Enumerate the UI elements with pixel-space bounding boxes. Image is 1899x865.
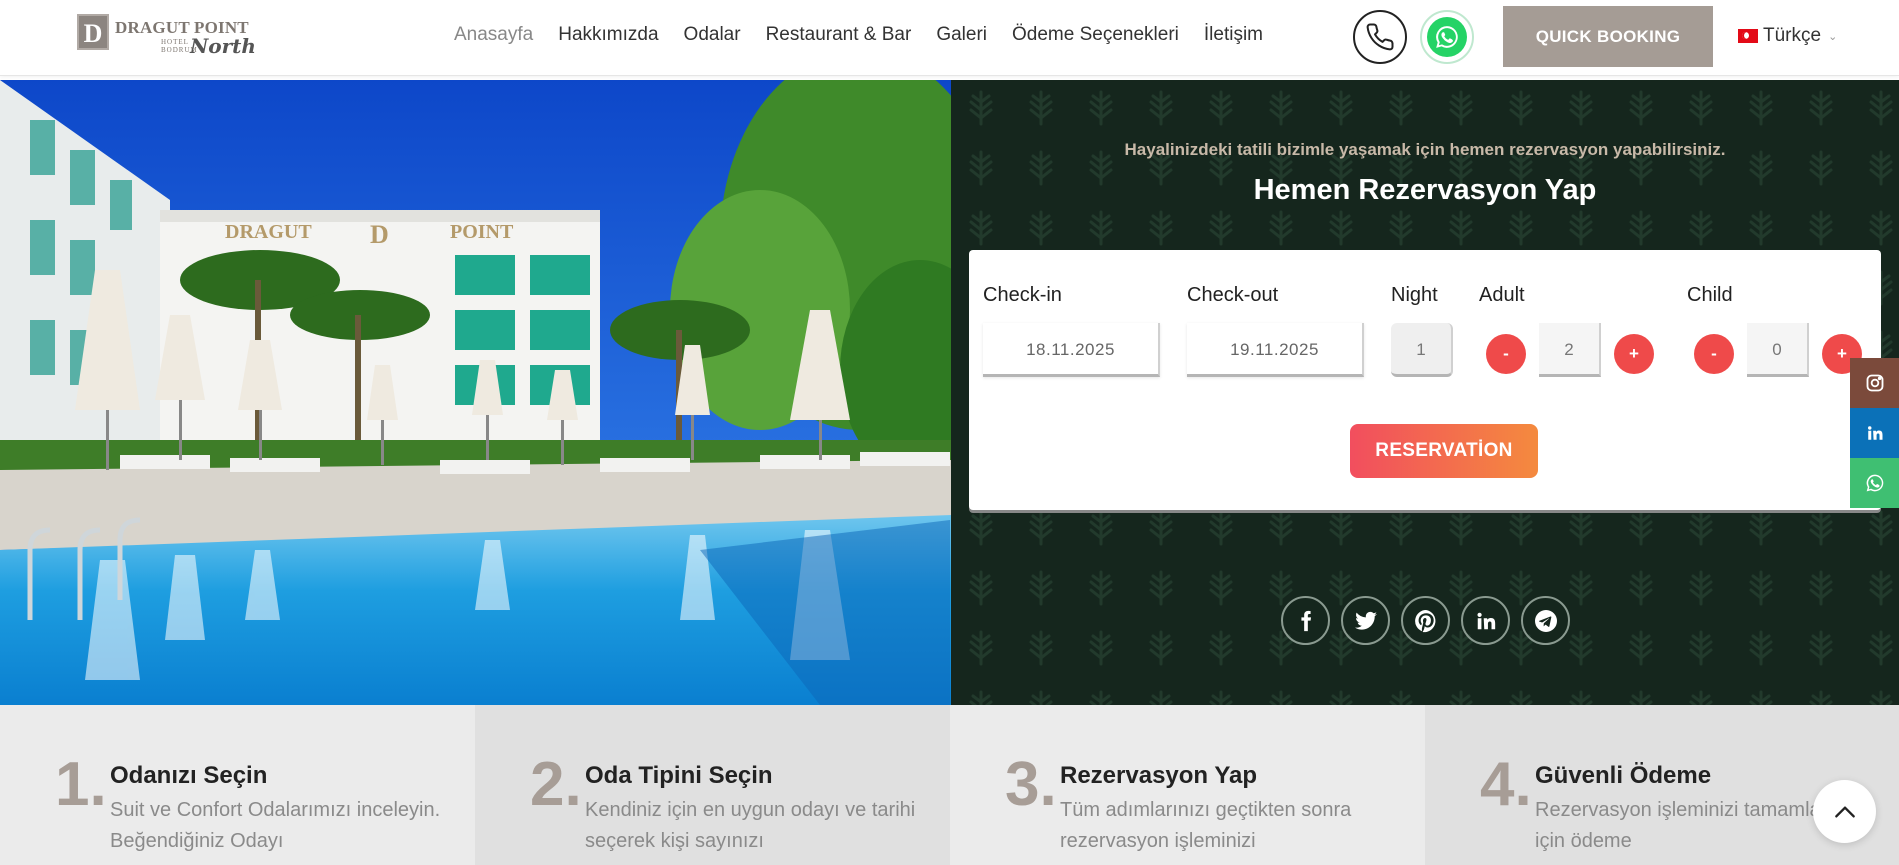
social-links xyxy=(1281,596,1570,645)
hotel-logo[interactable]: D DRAGUT POINT HOTEL BODRUM North xyxy=(77,14,256,60)
side-instagram-link[interactable] xyxy=(1850,358,1899,408)
step-description: Suit ve Confort Odalarımızı inceleyin. B… xyxy=(110,799,441,852)
step-number: 1. xyxy=(55,750,107,819)
step-description: Tüm adımlarınızı geçtikten sonra rezerva… xyxy=(1060,799,1352,852)
step-title: Oda Tipini Seçin xyxy=(585,762,773,789)
step-title: Rezervasyon Yap xyxy=(1060,762,1258,789)
reservation-form: Check-in 18.11.2025 Check-out 19.11.2025… xyxy=(969,250,1881,510)
twitter-link[interactable] xyxy=(1341,596,1390,645)
phone-button[interactable] xyxy=(1353,10,1407,64)
language-selector[interactable]: Türkçe ⌄ xyxy=(1738,25,1837,47)
child-label: Child xyxy=(1687,284,1733,306)
booking-panel: Hayalinizdeki tatili bizimle yaşamak içi… xyxy=(951,80,1899,705)
facebook-link[interactable] xyxy=(1281,596,1330,645)
whatsapp-icon xyxy=(1427,17,1467,57)
nav-item-odeme-secenekleri[interactable]: Ödeme Seçenekleri xyxy=(1012,24,1179,46)
whatsapp-button[interactable] xyxy=(1420,10,1474,64)
facebook-icon xyxy=(1300,610,1311,631)
language-label: Türkçe xyxy=(1763,25,1822,46)
twitter-icon xyxy=(1354,611,1377,630)
step-title: Güvenli Ödeme xyxy=(1535,762,1712,789)
step-number: 3. xyxy=(1005,750,1057,819)
reservation-button[interactable]: RESERVATİON xyxy=(1350,424,1538,478)
nav-item-odalar[interactable]: Odalar xyxy=(684,24,741,46)
adult-plus-button[interactable]: + xyxy=(1614,334,1654,374)
side-whatsapp-link[interactable] xyxy=(1850,458,1899,508)
child-minus-button[interactable]: - xyxy=(1694,334,1734,374)
linkedin-icon xyxy=(1867,426,1882,440)
step-number: 2. xyxy=(530,750,582,819)
hotel-pool-photo: DRAGUT D POINT xyxy=(0,80,951,705)
linkedin-icon xyxy=(1476,612,1495,629)
site-header: D DRAGUT POINT HOTEL BODRUM North Anasay… xyxy=(0,0,1899,76)
booking-steps: 1. Odanızı Seçin Suit ve Confort Odaları… xyxy=(0,705,1899,865)
scroll-to-top-button[interactable] xyxy=(1813,780,1876,843)
logo-mark: D xyxy=(77,14,109,50)
checkin-input[interactable]: 18.11.2025 xyxy=(983,323,1160,377)
pinterest-icon xyxy=(1414,609,1435,632)
svg-text:DRAGUT: DRAGUT xyxy=(225,221,312,243)
nav-item-anasayfa[interactable]: Anasayfa xyxy=(454,24,533,46)
svg-text:D: D xyxy=(370,220,389,249)
step-description: Kendiniz için en uygun odayı ve tarihi s… xyxy=(585,799,916,852)
nav-item-restaurant-bar[interactable]: Restaurant & Bar xyxy=(766,24,912,46)
chevron-up-icon xyxy=(1834,805,1855,818)
logo-script: North xyxy=(190,34,256,58)
main-nav: Anasayfa Hakkımızda Odalar Restaurant & … xyxy=(454,24,1288,46)
telegram-link[interactable] xyxy=(1521,596,1570,645)
instagram-icon xyxy=(1866,374,1883,392)
child-input[interactable]: 0 xyxy=(1747,323,1809,377)
step-title: Odanızı Seçin xyxy=(110,762,268,789)
step-card: 3. Rezervasyon Yap Tüm adımlarınızı geçt… xyxy=(950,705,1425,865)
whatsapp-icon xyxy=(1866,474,1883,492)
quick-booking-button[interactable]: QUICK BOOKING xyxy=(1503,6,1713,67)
adult-minus-button[interactable]: - xyxy=(1486,334,1526,374)
nav-item-galeri[interactable]: Galeri xyxy=(936,24,987,46)
booking-intro-text: Hayalinizdeki tatili bizimle yaşamak içi… xyxy=(1124,140,1726,159)
svg-text:POINT: POINT xyxy=(450,221,514,243)
step-card: 1. Odanızı Seçin Suit ve Confort Odaları… xyxy=(0,705,475,865)
checkout-label: Check-out xyxy=(1187,284,1279,306)
nav-item-hakkimizda[interactable]: Hakkımızda xyxy=(558,24,658,46)
chevron-down-icon: ⌄ xyxy=(1828,30,1838,43)
phone-icon xyxy=(1366,23,1394,51)
turkey-flag-icon xyxy=(1738,29,1758,43)
night-input[interactable]: 1 xyxy=(1391,323,1453,377)
side-linkedin-link[interactable] xyxy=(1850,408,1899,458)
night-label: Night xyxy=(1391,284,1438,306)
booking-title: Hemen Rezervasyon Yap xyxy=(1253,174,1597,206)
nav-item-iletisim[interactable]: İletişim xyxy=(1204,24,1263,46)
step-number: 4. xyxy=(1480,750,1532,819)
step-card: 2. Oda Tipini Seçin Kendiniz için en uyg… xyxy=(475,705,950,865)
adult-label: Adult xyxy=(1479,284,1525,306)
adult-input[interactable]: 2 xyxy=(1539,323,1601,377)
pinterest-link[interactable] xyxy=(1401,596,1450,645)
linkedin-link[interactable] xyxy=(1461,596,1510,645)
checkout-input[interactable]: 19.11.2025 xyxy=(1187,323,1364,377)
checkin-label: Check-in xyxy=(983,284,1062,306)
telegram-icon xyxy=(1534,609,1557,632)
